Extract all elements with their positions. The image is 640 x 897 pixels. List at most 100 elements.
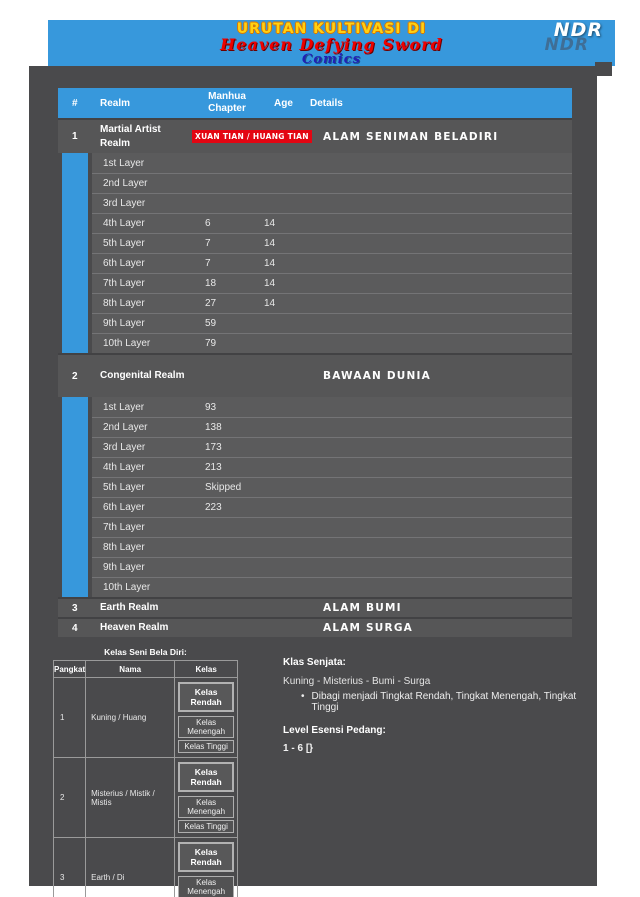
layer-row: 8th Layer 27 14 <box>92 293 572 313</box>
kelas-menengah-button[interactable]: Kelas Menengah <box>178 796 234 818</box>
layer-row: 5th Layer Skipped <box>92 477 572 497</box>
page-title-line3: Comics <box>48 53 615 67</box>
realm-row-martial-artist: 1 Martial Artist Realm XUAN TIAN / HUANG… <box>58 118 572 153</box>
bottom-section: Kelas Seni Bela Diri: Pangkat Nama Kelas… <box>29 647 597 897</box>
layer-group-congenital: 1st Layer 93 2nd Layer 138 3rd Layer 173 <box>58 397 572 597</box>
rank-cell: 2 <box>54 758 86 838</box>
ndr-logo: NDR NDR <box>554 22 603 53</box>
layer-name: 7th Layer <box>92 278 200 289</box>
layer-chapter: 79 <box>200 338 262 349</box>
layer-name: 2nd Layer <box>92 422 200 433</box>
layer-row: 5th Layer 7 14 <box>92 233 572 253</box>
realm-number: 4 <box>58 623 100 634</box>
martial-class-title: Kelas Seni Bela Diri: <box>53 647 238 657</box>
layer-name: 5th Layer <box>92 238 200 249</box>
layer-name: 9th Layer <box>92 318 200 329</box>
weapon-class-bullet-text: Dibagi menjadi Tingkat Rendah, Tingkat M… <box>312 691 597 713</box>
layer-row: 6th Layer 223 <box>92 497 572 517</box>
layer-group-bar <box>62 397 88 597</box>
layer-row: 2nd Layer 138 <box>92 417 572 437</box>
layer-row: 3rd Layer <box>92 193 572 213</box>
name-cell: Kuning / Huang <box>86 678 175 758</box>
layer-row: 8th Layer <box>92 537 572 557</box>
layer-age: 14 <box>262 258 307 269</box>
layer-row: 10th Layer 79 <box>92 333 572 353</box>
realm-number: 2 <box>58 371 100 382</box>
layer-row: 2nd Layer <box>92 173 572 193</box>
layer-name: 7th Layer <box>92 522 200 533</box>
martial-class-section: Kelas Seni Bela Diri: Pangkat Nama Kelas… <box>53 647 259 897</box>
table-row: 2 Misterius / Mistik / Mistis Kelas Rend… <box>54 758 238 838</box>
layer-chapter: 173 <box>200 442 262 453</box>
layer-name: 3rd Layer <box>92 442 200 453</box>
layer-chapter: 213 <box>200 462 262 473</box>
weapon-class-line: Kuning - Misterius - Bumi - Surga <box>283 676 597 687</box>
layer-row: 7th Layer 18 14 <box>92 273 572 293</box>
realm-name: Earth Realm <box>100 601 192 615</box>
name-cell: Misterius / Mistik / Mistis <box>86 758 175 838</box>
layer-name: 6th Layer <box>92 258 200 269</box>
layer-name: 10th Layer <box>92 582 200 593</box>
page-header: URUTAN KULTIVASI DI Heaven Defying Sword… <box>48 20 615 66</box>
layer-chapter: 18 <box>200 278 262 289</box>
kelas-rendah-button[interactable]: Kelas Rendah <box>178 682 234 712</box>
layer-chapter: 59 <box>200 318 262 329</box>
layer-age: 14 <box>262 238 307 249</box>
realm-details: ALAM SURGA <box>320 622 572 634</box>
kelas-rendah-button[interactable]: Kelas Rendah <box>178 762 234 792</box>
layer-chapter: 7 <box>200 258 262 269</box>
layer-group-martial-artist: 1st Layer 2nd Layer 3rd Layer <box>58 153 572 353</box>
ndr-logo-shadow: NDR <box>540 38 589 52</box>
layer-row: 4th Layer 6 14 <box>92 213 572 233</box>
col-header-num: # <box>58 98 100 109</box>
weapon-class-title: Klas Senjata: <box>283 657 597 668</box>
layer-row: 3rd Layer 173 <box>92 437 572 457</box>
page: URUTAN KULTIVASI DI Heaven Defying Sword… <box>0 0 640 897</box>
layer-age: 14 <box>262 298 307 309</box>
table-row: 3 Earth / Di Kelas Rendah Kelas Menengah… <box>54 838 238 897</box>
layer-age: 14 <box>262 218 307 229</box>
col-header-age: Age <box>262 98 307 109</box>
col-header-nama: Nama <box>86 661 175 678</box>
kelas-menengah-button[interactable]: Kelas Menengah <box>178 716 234 738</box>
name-cell: Earth / Di <box>86 838 175 897</box>
layer-name: 8th Layer <box>92 542 200 553</box>
rank-cell: 1 <box>54 678 86 758</box>
layer-chapter: 6 <box>200 218 262 229</box>
sword-essence-value: 1 - 6 [} <box>283 743 597 754</box>
layer-row: 1st Layer <box>92 153 572 173</box>
layer-row: 1st Layer 93 <box>92 397 572 417</box>
layer-age: 14 <box>262 278 307 289</box>
realm-name: Heaven Realm <box>100 621 192 635</box>
kelas-tinggi-button[interactable]: Kelas Tinggi <box>178 740 234 753</box>
realm-row-earth: 3 Earth Realm ALAM BUMI <box>58 597 572 617</box>
realm-row-congenital: 2 Congenital Realm BAWAAN DUNIA <box>58 353 572 397</box>
table-row: 1 Kuning / Huang Kelas Rendah Kelas Mene… <box>54 678 238 758</box>
layer-name: 10th Layer <box>92 338 200 349</box>
realm-badge: XUAN TIAN / HUANG TIAN <box>192 130 312 143</box>
layer-name: 5th Layer <box>92 482 200 493</box>
cultivation-table: # Realm Manhua Chapter Age Details 1 Mar… <box>58 88 572 637</box>
table-header-row: Pangkat Nama Kelas <box>54 661 238 678</box>
layer-chapter: 138 <box>200 422 262 433</box>
layer-name: 8th Layer <box>92 298 200 309</box>
realm-name: Martial Artist Realm <box>100 123 192 150</box>
kelas-rendah-button[interactable]: Kelas Rendah <box>178 842 234 872</box>
col-header-realm: Realm <box>100 98 192 109</box>
layer-group-bar <box>62 153 88 353</box>
kelas-tinggi-button[interactable]: Kelas Tinggi <box>178 820 234 833</box>
realm-details: BAWAAN DUNIA <box>320 370 572 382</box>
realm-number: 1 <box>58 131 100 142</box>
sword-essence-title: Level Esensi Pedang: <box>283 725 597 736</box>
weapon-class-section: Klas Senjata: Kuning - Misterius - Bumi … <box>283 647 597 897</box>
layer-row: 10th Layer <box>92 577 572 597</box>
martial-class-table: Pangkat Nama Kelas 1 Kuning / Huang Kela… <box>53 660 238 897</box>
layer-name: 2nd Layer <box>92 178 200 189</box>
layer-chapter: 93 <box>200 402 262 413</box>
layer-name: 1st Layer <box>92 158 200 169</box>
layer-row: 9th Layer <box>92 557 572 577</box>
layer-row: 6th Layer 7 14 <box>92 253 572 273</box>
kelas-menengah-button[interactable]: Kelas Menengah <box>178 876 234 897</box>
layer-name: 3rd Layer <box>92 198 200 209</box>
realm-name: Congenital Realm <box>100 369 192 383</box>
